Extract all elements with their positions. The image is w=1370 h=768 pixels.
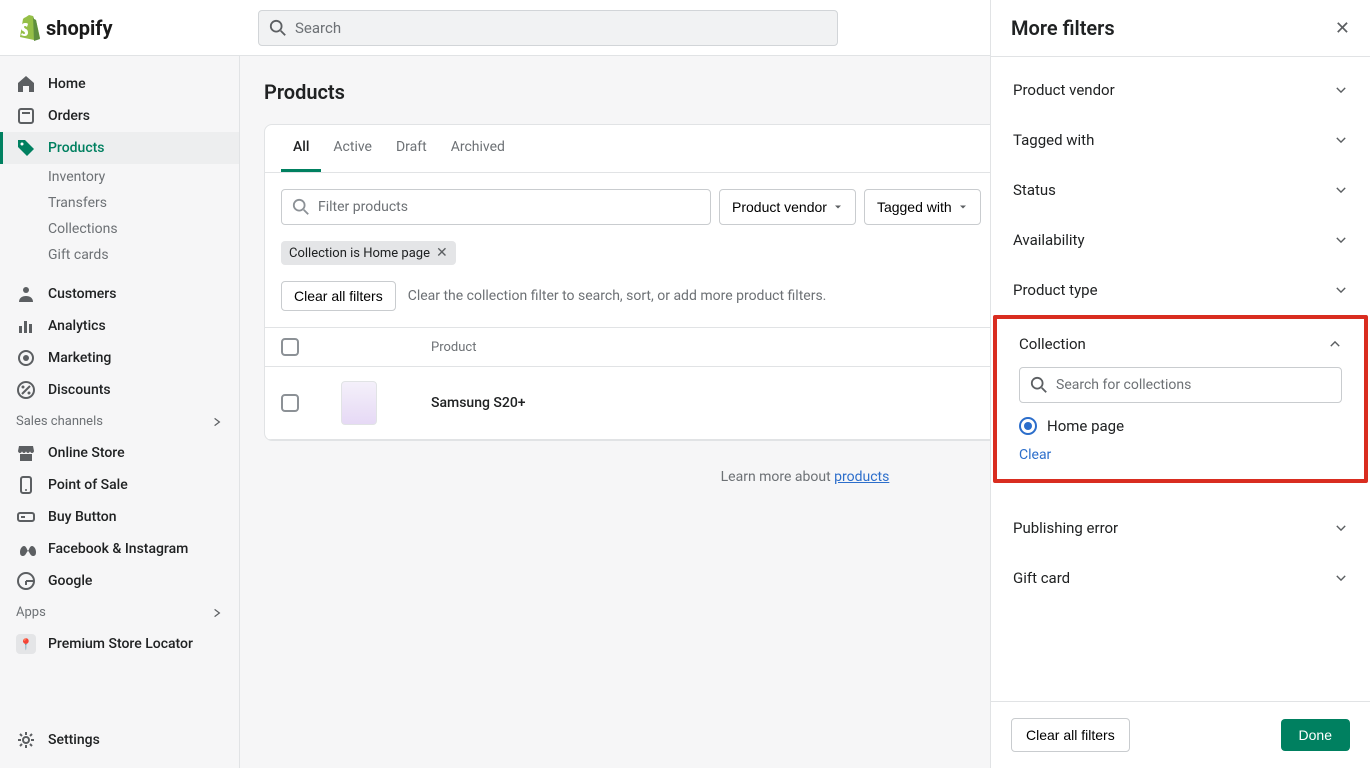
shopify-bag-icon <box>16 15 40 41</box>
nav-customers[interactable]: Customers <box>0 278 239 310</box>
filter-product-vendor[interactable]: Product vendor <box>719 189 856 225</box>
chevron-down-icon <box>1334 283 1348 297</box>
nav-google[interactable]: Google <box>0 565 239 597</box>
filter-collection-header[interactable]: Collection <box>1019 335 1342 353</box>
collection-option-home-page[interactable]: Home page <box>1019 417 1342 435</box>
nav-app-store-locator[interactable]: 📍 Premium Store Locator <box>0 628 239 660</box>
drawer-header: More filters ✕ <box>991 0 1370 57</box>
more-filters-drawer: More filters ✕ Product vendor Tagged wit… <box>990 0 1370 768</box>
nav-pos[interactable]: Point of Sale <box>0 469 239 501</box>
filter-gift-card[interactable]: Gift card <box>991 553 1370 603</box>
global-search[interactable]: Search <box>258 10 838 46</box>
select-all-checkbox[interactable] <box>281 338 299 356</box>
meta-icon <box>16 539 36 559</box>
nav-marketing[interactable]: Marketing <box>0 342 239 374</box>
drawer-done-button[interactable]: Done <box>1281 719 1350 751</box>
nav-analytics[interactable]: Analytics <box>0 310 239 342</box>
drawer-title: More filters <box>1011 16 1115 40</box>
google-icon <box>16 571 36 591</box>
search-icon <box>269 19 287 37</box>
drawer-clear-all-button[interactable]: Clear all filters <box>1011 718 1130 752</box>
row-checkbox[interactable] <box>281 394 299 412</box>
collection-clear-link[interactable]: Clear <box>1019 447 1342 463</box>
filter-products-input[interactable]: Filter products <box>281 189 711 225</box>
product-thumbnail <box>341 381 377 425</box>
filter-collection: Collection Search for collections Home p… <box>997 319 1364 479</box>
chevron-right-icon[interactable] <box>211 416 223 428</box>
chip-remove-icon[interactable]: ✕ <box>436 245 448 261</box>
sidebar: Home Orders Products Inventory Transfers… <box>0 56 240 768</box>
chevron-down-icon <box>1334 83 1348 97</box>
person-icon <box>16 284 36 304</box>
nav-orders[interactable]: Orders <box>0 100 239 132</box>
close-icon[interactable]: ✕ <box>1335 18 1350 39</box>
orders-icon <box>16 106 36 126</box>
nav-settings[interactable]: Settings <box>0 724 239 756</box>
col-product: Product <box>431 340 999 355</box>
search-icon <box>1030 376 1048 394</box>
chip-collection[interactable]: Collection is Home page ✕ <box>281 241 456 265</box>
drawer-footer: Clear all filters Done <box>991 701 1370 768</box>
tab-active[interactable]: Active <box>321 125 384 172</box>
chevron-down-icon <box>1334 571 1348 585</box>
filter-tagged-with[interactable]: Tagged with <box>864 189 981 225</box>
chevron-down-icon <box>1334 183 1348 197</box>
drawer-body: Product vendor Tagged with Status Availa… <box>991 57 1370 701</box>
nav-gift-cards[interactable]: Gift cards <box>0 242 239 268</box>
brand-text: shopify <box>46 16 113 40</box>
search-icon <box>292 198 310 216</box>
filter-status[interactable]: Status <box>991 165 1370 215</box>
caret-down-icon <box>833 202 843 212</box>
radio-selected-icon <box>1019 417 1037 435</box>
filter-product-vendor[interactable]: Product vendor <box>991 65 1370 115</box>
sales-channels-heading: Sales channels <box>0 406 239 437</box>
filter-hint: Clear the collection filter to search, s… <box>408 288 827 304</box>
clear-all-filters-button[interactable]: Clear all filters <box>281 281 396 311</box>
shopify-logo[interactable]: shopify <box>16 15 258 41</box>
apps-heading: Apps <box>0 597 239 628</box>
filter-availability[interactable]: Availability <box>991 215 1370 265</box>
app-icon: 📍 <box>16 634 36 654</box>
tab-draft[interactable]: Draft <box>384 125 439 172</box>
tag-icon <box>16 138 36 158</box>
nav-online-store[interactable]: Online Store <box>0 437 239 469</box>
bars-icon <box>16 316 36 336</box>
nav-products[interactable]: Products <box>0 132 239 164</box>
filter-publishing-error[interactable]: Publishing error <box>991 503 1370 553</box>
nav-inventory[interactable]: Inventory <box>0 164 239 190</box>
nav-buy-button[interactable]: Buy Button <box>0 501 239 533</box>
pos-icon <box>16 475 36 495</box>
percent-icon <box>16 380 36 400</box>
chevron-up-icon <box>1328 337 1342 351</box>
chevron-right-icon[interactable] <box>211 607 223 619</box>
search-placeholder: Search <box>295 19 341 37</box>
highlight-annotation: Collection Search for collections Home p… <box>993 315 1368 483</box>
target-icon <box>16 348 36 368</box>
home-icon <box>16 74 36 94</box>
chevron-down-icon <box>1334 233 1348 247</box>
nav-facebook-instagram[interactable]: Facebook & Instagram <box>0 533 239 565</box>
gear-icon <box>16 730 36 750</box>
nav-collections[interactable]: Collections <box>0 216 239 242</box>
chevron-down-icon <box>1334 521 1348 535</box>
nav-transfers[interactable]: Transfers <box>0 190 239 216</box>
products-help-link[interactable]: products <box>834 469 889 485</box>
filter-product-type[interactable]: Product type <box>991 265 1370 315</box>
filter-tagged-with[interactable]: Tagged with <box>991 115 1370 165</box>
nav-home[interactable]: Home <box>0 68 239 100</box>
tab-archived[interactable]: Archived <box>439 125 517 172</box>
button-icon <box>16 507 36 527</box>
caret-down-icon <box>958 202 968 212</box>
store-icon <box>16 443 36 463</box>
tab-all[interactable]: All <box>281 125 321 172</box>
collection-search-input[interactable]: Search for collections <box>1019 367 1342 403</box>
chevron-down-icon <box>1334 133 1348 147</box>
nav-discounts[interactable]: Discounts <box>0 374 239 406</box>
product-name: Samsung S20+ <box>431 395 999 411</box>
